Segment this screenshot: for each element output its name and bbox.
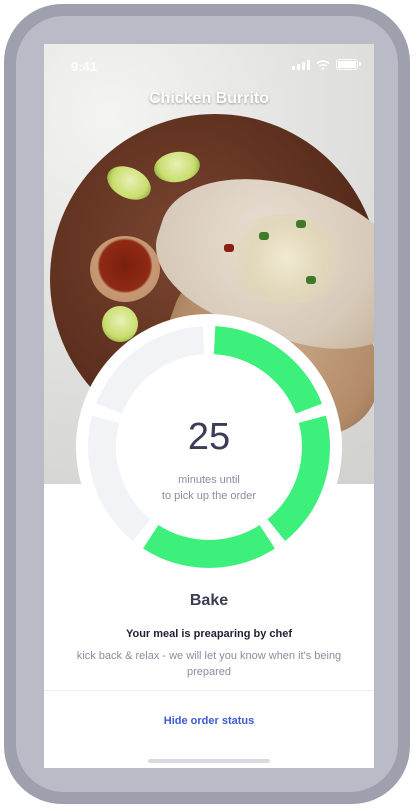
herb-image <box>296 220 306 228</box>
hide-order-status-button[interactable]: Hide order status <box>134 708 284 734</box>
stage-description: kick back & relax - we will let you know… <box>76 650 342 678</box>
pepper-image <box>224 244 234 252</box>
signal-icon <box>292 59 310 70</box>
battery-icon <box>336 59 361 70</box>
minutes-caption-line1: minutes until <box>178 474 240 486</box>
status-bar: 9:41 <box>44 44 374 84</box>
ring-segment-pending <box>96 326 205 414</box>
phone-screen: 9:41 Chicken Burrito 25 minutes until to… <box>44 44 374 768</box>
status-time: 9:41 <box>71 59 98 74</box>
minutes-caption-line2: to pick up the order <box>161 490 257 502</box>
ring-segment-complete <box>143 524 275 568</box>
divider <box>44 690 374 691</box>
ring-segment-complete <box>213 326 322 414</box>
herb-image <box>306 276 316 284</box>
herb-image <box>259 232 269 240</box>
filling-image <box>216 214 356 304</box>
wifi-icon <box>316 59 330 70</box>
minutes-count: 25 <box>187 416 231 458</box>
status-icons <box>292 59 361 70</box>
stage-title: Bake <box>189 592 229 609</box>
minutes-caption: minutes until to pick up the order <box>44 472 374 504</box>
home-indicator <box>148 759 270 763</box>
page-title: Chicken Burrito <box>148 90 269 107</box>
stage-headline: Your meal is preaparing by chef <box>125 628 293 640</box>
sauce-bowl-image <box>90 236 160 302</box>
